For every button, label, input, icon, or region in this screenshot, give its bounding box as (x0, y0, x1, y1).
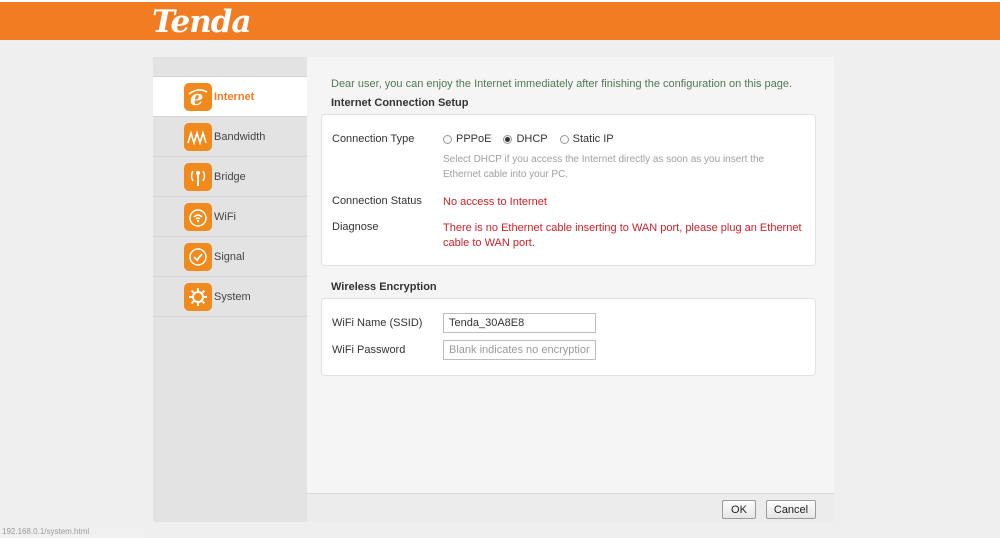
radio-label: PPPoE (456, 133, 492, 145)
sidebar-item-label: System (214, 290, 251, 303)
wifi-icon (184, 202, 212, 231)
password-label: WiFi Password (332, 344, 406, 356)
header-bar: Tenda (0, 0, 1000, 40)
radio-label: Static IP (572, 133, 614, 145)
sidebar-header (153, 57, 307, 77)
internet-setup-title: Internet Connection Setup (331, 97, 469, 109)
browser-status-url: 192.168.0.1/system.html (0, 527, 150, 538)
internet-e-icon: e (184, 82, 212, 111)
wireless-encryption-title: Wireless Encryption (331, 281, 437, 293)
sidebar-item-wifi[interactable]: WiFi (153, 197, 307, 237)
internet-setup-card: Connection Type PPPoE DHCP Static IP Sel… (321, 114, 816, 266)
wireless-card: WiFi Name (SSID) WiFi Password (321, 298, 816, 376)
radio-label: DHCP (516, 133, 548, 145)
sidebar-item-label: WiFi (214, 210, 236, 223)
cancel-button[interactable]: Cancel (766, 500, 816, 519)
sidebar-item-system[interactable]: System (153, 277, 307, 317)
radio-circle[interactable] (443, 134, 452, 144)
sidebar-item-internet[interactable]: e Internet (153, 77, 307, 117)
signal-check-icon (184, 242, 212, 271)
connection-status-value: No access to Internet (443, 196, 547, 208)
sidebar-item-bandwidth[interactable]: Bandwidth (153, 117, 307, 157)
ok-button[interactable]: OK (722, 500, 756, 519)
sidebar-item-label: Signal (214, 250, 245, 263)
sidebar-item-label: Bandwidth (214, 130, 266, 143)
connection-status-label: Connection Status (332, 195, 422, 207)
ssid-label: WiFi Name (SSID) (332, 317, 423, 329)
radio-dhcp[interactable]: DHCP (503, 133, 548, 145)
sidebar-item-label: Bridge (214, 170, 246, 183)
sidebar-item-bridge[interactable]: Bridge (153, 157, 307, 197)
radio-static-ip[interactable]: Static IP (559, 133, 614, 145)
system-gear-icon (184, 282, 212, 311)
diagnose-label: Diagnose (332, 221, 379, 233)
sidebar-item-signal[interactable]: Signal (153, 237, 307, 277)
bandwidth-wave-icon (184, 122, 212, 151)
radio-circle[interactable] (503, 134, 513, 144)
connection-type-radio-group: PPPoE DHCP Static IP (443, 133, 626, 145)
sidebar: e Internet Bandwidth Bridge WiFi Signal … (153, 57, 307, 522)
intro-text: Dear user, you can enjoy the Internet im… (331, 78, 793, 90)
connection-type-label: Connection Type (332, 133, 415, 145)
main-panel: Dear user, you can enjoy the Internet im… (307, 57, 834, 522)
dhcp-hint: Select DHCP if you access the Internet d… (443, 154, 765, 180)
diagnose-value: There is no Ethernet cable inserting to … (443, 222, 802, 249)
ssid-input[interactable] (443, 313, 596, 333)
tenda-logo: Tenda (152, 4, 252, 40)
radio-pppoe[interactable]: PPPoE (443, 133, 491, 145)
footer-bar: OK Cancel (307, 493, 834, 522)
sidebar-item-label: Internet (214, 90, 255, 103)
bridge-antenna-icon (184, 162, 212, 191)
password-input[interactable] (443, 340, 596, 360)
radio-circle[interactable] (559, 134, 569, 144)
